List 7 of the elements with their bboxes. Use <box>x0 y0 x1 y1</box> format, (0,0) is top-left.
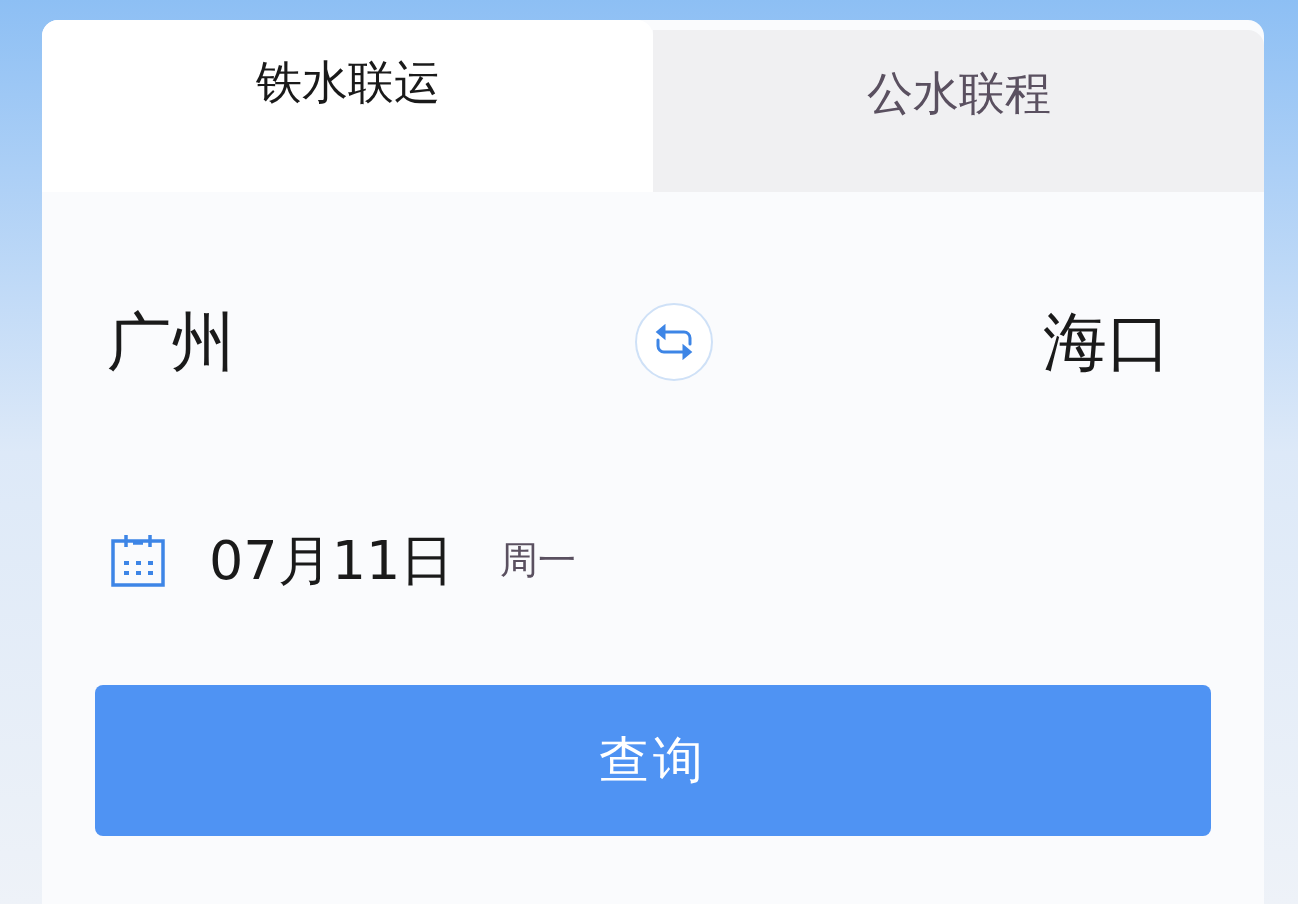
arrival-city[interactable]: 海口 <box>1043 294 1171 390</box>
weekday: 周一 <box>500 536 577 584</box>
tab[interactable]: 铁水联运 <box>42 20 653 192</box>
tab[interactable]: 公水联程 <box>653 30 1264 192</box>
calendar-icon <box>111 533 165 587</box>
departure-city[interactable]: 广州 <box>107 294 235 390</box>
travel-date[interactable]: 07月11日 <box>209 519 455 601</box>
